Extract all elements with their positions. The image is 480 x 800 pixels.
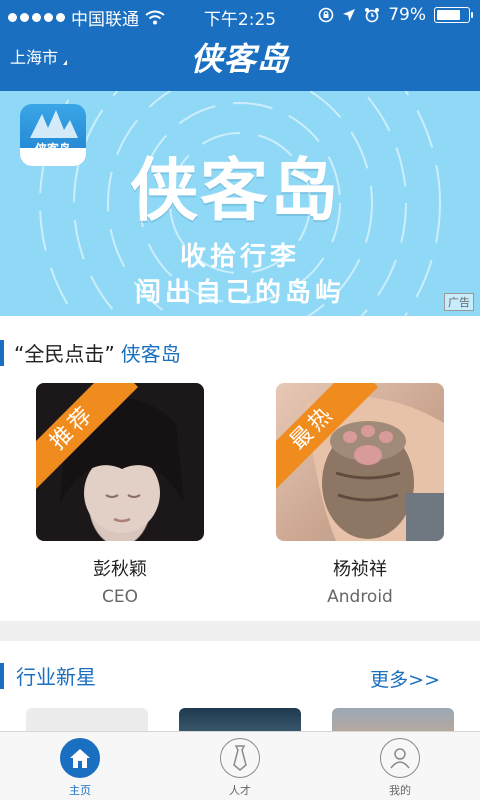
person-card[interactable]: 推荐 彭秋颖 CEO: [36, 383, 204, 607]
battery-fill: [437, 10, 460, 20]
tab-talent[interactable]: 人才: [160, 732, 320, 800]
person-photo: 推荐: [36, 383, 204, 541]
tab-home-label: 主页: [69, 784, 91, 797]
banner-slogan-2: 闯出自己的岛屿: [134, 278, 345, 308]
battery-icon: [434, 7, 473, 23]
tab-home[interactable]: 主页: [0, 732, 160, 800]
title-accent-bar: [0, 662, 4, 689]
status-right: 79%: [318, 5, 473, 25]
tab-talent-label: 人才: [229, 784, 251, 797]
person-name: 杨祯祥: [333, 559, 387, 580]
ad-banner[interactable]: 侠客岛 侠客岛 收拾行李 闯出自己的岛屿 广告: [0, 91, 480, 316]
person-name: 彭秋颖: [93, 559, 147, 580]
stars-title-label: 行业新星: [16, 665, 96, 689]
top-bar: 中国联通 下午2:25 79% 上海市 侠客岛: [0, 0, 480, 91]
battery-percent: 79%: [388, 5, 426, 25]
banner-slogan-1: 收拾行李: [179, 242, 300, 272]
person-role: CEO: [102, 587, 138, 607]
tie-icon: [220, 738, 260, 778]
person-role: Android: [327, 587, 393, 607]
location-arrow-icon: [343, 9, 356, 21]
featured-title-quote: “全民点击”: [14, 342, 115, 366]
featured-title: “全民点击” 侠客岛: [0, 338, 181, 367]
status-bar: 中国联通 下午2:25 79%: [0, 0, 480, 30]
home-icon: [60, 738, 100, 778]
rotation-lock-icon: [318, 7, 334, 23]
tab-mine[interactable]: 我的: [320, 732, 480, 800]
user-icon: [380, 738, 420, 778]
title-accent-bar: [0, 339, 4, 366]
app-logo: 侠客岛: [190, 40, 290, 78]
stars-section: 行业新星 更多>>: [0, 641, 480, 741]
tab-mine-label: 我的: [389, 784, 411, 797]
person-card[interactable]: 最热 杨祯祥 Android: [276, 383, 444, 607]
featured-title-brand: 侠客岛: [120, 342, 181, 366]
app-icon-wave: [20, 148, 86, 166]
alarm-icon: [365, 8, 380, 23]
app-screen: 中国联通 下午2:25 79% 上海市 侠客岛 侠客岛 收拾行李 闯出自己的岛屿…: [0, 0, 480, 800]
tab-bar: 主页 人才 我的: [0, 731, 480, 800]
stars-title: 行业新星: [0, 661, 96, 690]
app-icon: 侠客岛: [20, 104, 86, 166]
ad-badge: 广告: [444, 293, 474, 311]
more-link[interactable]: 更多>>: [370, 665, 440, 692]
featured-section: “全民点击” 侠客岛 推荐 彭秋颖 CEO 最热 杨祯祥 Android: [0, 316, 480, 621]
banner-title: 侠客岛: [129, 152, 340, 231]
person-photo: 最热: [276, 383, 444, 541]
island-icon: [30, 110, 78, 138]
